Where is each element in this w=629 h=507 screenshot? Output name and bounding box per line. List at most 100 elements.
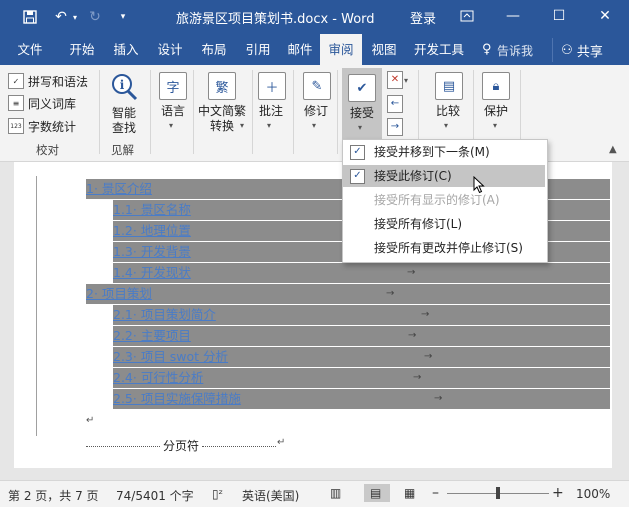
- close-icon[interactable]: ✕: [582, 0, 628, 32]
- svg-text:i: i: [120, 78, 125, 92]
- toc-entry[interactable]: 1.1· 景区名称: [113, 200, 191, 220]
- ribbon-display-options-icon[interactable]: [444, 0, 490, 32]
- comments-button[interactable]: 批注: [256, 104, 286, 119]
- read-mode-icon[interactable]: ▥: [330, 486, 341, 500]
- insights-group-label: 见解: [111, 143, 134, 157]
- comment-icon[interactable]: ＋: [258, 72, 286, 100]
- toc-entry[interactable]: 2.3· 项目 swot 分析: [113, 347, 228, 367]
- compare-button[interactable]: 比较: [432, 104, 464, 119]
- tell-me-box[interactable]: 告诉我: [497, 42, 533, 59]
- protect-button[interactable]: 保护: [479, 104, 513, 119]
- tab-design[interactable]: 设计: [148, 34, 192, 65]
- language-button[interactable]: 语言: [157, 104, 189, 119]
- toc-entry[interactable]: 1· 景区介绍: [86, 179, 152, 199]
- protect-dropdown-icon[interactable]: ▾: [493, 121, 497, 130]
- mouse-cursor-icon: [473, 175, 485, 197]
- page-count[interactable]: 第 2 页，共 7 页: [8, 487, 99, 504]
- paragraph-mark-icon: ↵: [277, 437, 286, 448]
- proofing-status-icon[interactable]: ▯ᶻ: [212, 487, 223, 501]
- tab-review[interactable]: 审阅: [320, 34, 362, 65]
- chinese-conversion-dropdown-icon[interactable]: ▾: [240, 121, 244, 130]
- smart-lookup-button[interactable]: 智能 查找: [106, 106, 142, 136]
- zoom-level[interactable]: 100%: [576, 487, 610, 501]
- previous-change-icon[interactable]: ←: [387, 95, 403, 113]
- print-layout-icon: ▤: [370, 486, 382, 500]
- group-separator: [193, 70, 194, 154]
- track-changes-dropdown-icon[interactable]: ▾: [312, 121, 316, 130]
- tab-references[interactable]: 引用: [236, 34, 280, 65]
- accept-icon: ✔: [348, 74, 376, 102]
- track-changes-button[interactable]: 修订: [301, 104, 331, 119]
- zoom-out-icon[interactable]: –: [432, 485, 439, 501]
- toc-entry[interactable]: 2· 项目策划: [86, 284, 152, 304]
- accept-all-shown-item[interactable]: 接受所有显示的修订(A): [343, 189, 545, 211]
- web-layout-icon[interactable]: ▦: [404, 486, 415, 500]
- smart-lookup-icon[interactable]: i: [109, 72, 139, 102]
- word-count[interactable]: 74/5401 个字: [116, 487, 194, 504]
- revision-highlight: [86, 284, 610, 304]
- redo-icon[interactable]: ↻: [84, 7, 106, 27]
- tab-home[interactable]: 开始: [60, 34, 104, 65]
- accept-all-changes-item[interactable]: 接受所有修订(L): [343, 213, 545, 235]
- toc-entry[interactable]: 2.4· 可行性分析: [113, 368, 203, 388]
- tab-mark-icon: →: [407, 267, 416, 278]
- toc-entry[interactable]: 2.2· 主要项目: [113, 326, 191, 346]
- accept-and-move-next-item[interactable]: ✓ 接受并移到下一条(M): [343, 141, 545, 163]
- reject-dropdown-icon[interactable]: ▾: [404, 76, 408, 85]
- margin-line: [36, 176, 37, 436]
- toc-entry[interactable]: 2.5· 项目实施保障措施: [113, 389, 241, 409]
- toc-entry[interactable]: 2.1· 项目策划简介: [113, 305, 216, 325]
- tab-developer[interactable]: 开发工具: [408, 34, 470, 65]
- reject-icon[interactable]: ✕: [387, 71, 403, 89]
- tab-view[interactable]: 视图: [362, 34, 406, 65]
- compare-icon[interactable]: ▤: [435, 72, 463, 100]
- word-count-button[interactable]: 123 字数统计: [8, 116, 76, 136]
- thesaurus-button[interactable]: ≡ 同义词库: [8, 93, 76, 113]
- sign-in-link[interactable]: 登录: [410, 8, 436, 27]
- toc-entry[interactable]: 1.3· 开发背景: [113, 242, 191, 262]
- tab-mark-icon: →: [408, 330, 417, 341]
- zoom-in-icon[interactable]: +: [552, 485, 564, 501]
- chinese-conversion-icon[interactable]: 繁: [208, 72, 236, 100]
- tab-mark-icon: →: [424, 351, 433, 362]
- tab-mark-icon: →: [413, 372, 422, 383]
- comments-dropdown-icon[interactable]: ▾: [267, 121, 271, 130]
- track-changes-icon[interactable]: ✎: [303, 72, 331, 100]
- tab-mailings[interactable]: 邮件: [278, 34, 322, 65]
- undo-dropdown-icon[interactable]: ▾: [70, 7, 80, 27]
- undo-icon[interactable]: ↶: [50, 7, 72, 27]
- zoom-slider-thumb[interactable]: [496, 487, 500, 499]
- check-icon: ✓: [350, 145, 365, 160]
- customize-quick-access-icon[interactable]: ▾: [112, 7, 134, 27]
- accept-this-change-item[interactable]: ✓ 接受此修订(C): [343, 165, 545, 187]
- compare-dropdown-icon[interactable]: ▾: [444, 121, 448, 130]
- check-icon: ✓: [350, 169, 365, 184]
- group-separator: [337, 70, 338, 154]
- accept-label: 接受: [349, 106, 374, 120]
- tab-mark-icon: →: [421, 309, 430, 320]
- group-separator: [99, 70, 100, 154]
- tab-insert[interactable]: 插入: [104, 34, 148, 65]
- lock-icon[interactable]: 🔒︎: [482, 72, 510, 100]
- language-dropdown-icon[interactable]: ▾: [169, 121, 173, 130]
- page-break-line: [86, 446, 160, 447]
- spelling-grammar-button[interactable]: ✓ 拼写和语法: [8, 71, 88, 91]
- save-icon[interactable]: [19, 7, 41, 27]
- tab-file[interactable]: 文件: [8, 34, 52, 65]
- menu-item-label: 接受此修订(C): [374, 169, 452, 183]
- minimize-icon[interactable]: —: [490, 0, 536, 32]
- tab-layout[interactable]: 布局: [192, 34, 236, 65]
- next-change-icon[interactable]: →: [387, 118, 403, 136]
- toc-entry[interactable]: 1.4· 开发现状: [113, 263, 191, 283]
- group-separator: [150, 70, 151, 154]
- accept-menu: ✓ 接受并移到下一条(M) ✓ 接受此修订(C) 接受所有显示的修订(A) 接受…: [342, 139, 548, 263]
- accept-all-stop-tracking-item[interactable]: 接受所有更改并停止修订(S): [343, 237, 545, 259]
- share-button[interactable]: ⚇ 共享: [552, 38, 611, 62]
- spelling-icon: ✓: [8, 73, 24, 89]
- maximize-icon[interactable]: ☐: [536, 0, 582, 32]
- language-icon[interactable]: 字: [159, 72, 187, 100]
- page-break-label: 分页符: [163, 439, 200, 453]
- language-status[interactable]: 英语(美国): [242, 487, 299, 504]
- toc-entry[interactable]: 1.2· 地理位置: [113, 221, 191, 241]
- collapse-ribbon-icon[interactable]: ▲: [609, 144, 617, 155]
